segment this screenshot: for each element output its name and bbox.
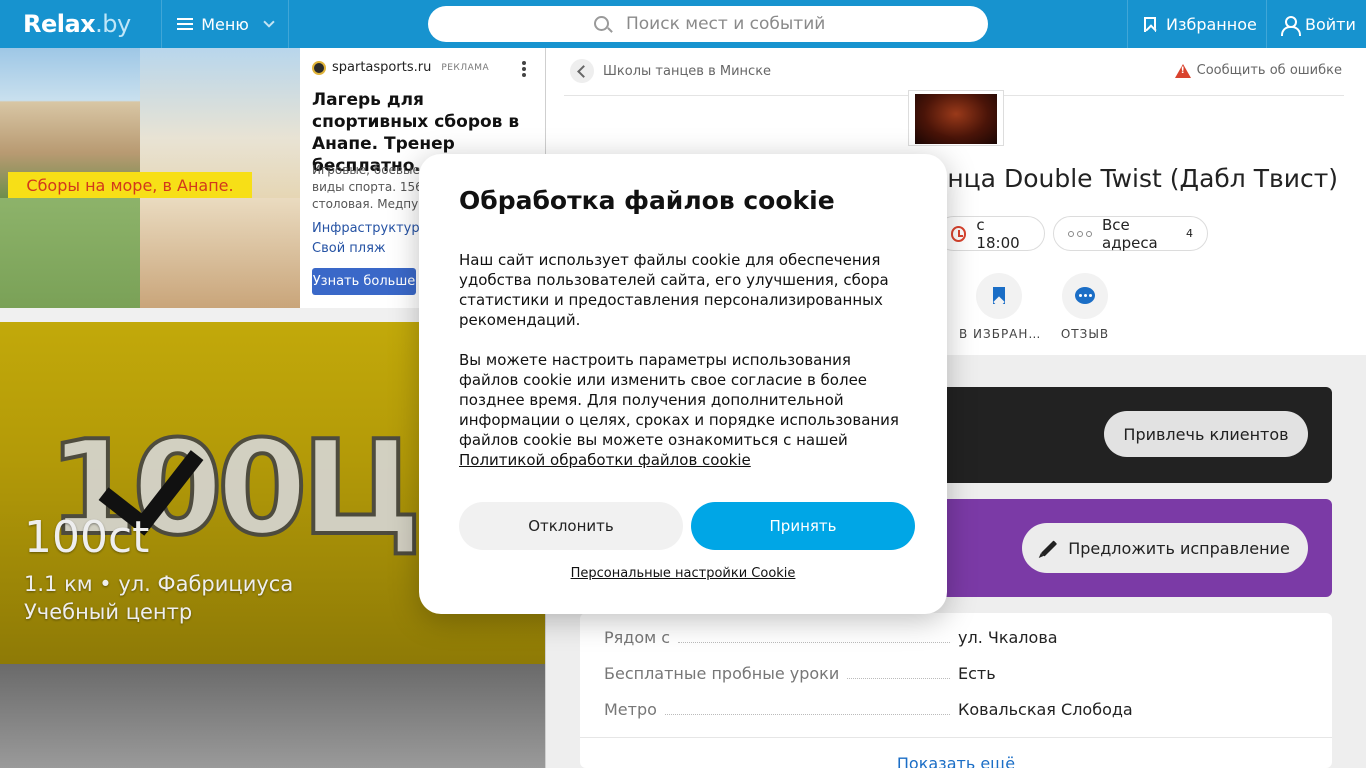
- ad-source[interactable]: spartasports.ru РЕКЛАМА: [312, 60, 489, 75]
- info-row: Метро Ковальская Слобода: [604, 700, 1310, 722]
- addresses-icon: [1068, 230, 1092, 237]
- info-row: Бесплатные пробные уроки Есть: [604, 664, 1310, 686]
- ad-link-beach[interactable]: Свой пляж: [312, 241, 422, 256]
- ad-cta-button[interactable]: Узнать больше: [312, 268, 416, 295]
- search-icon: [594, 16, 609, 31]
- login-label: Войти: [1305, 14, 1356, 34]
- search-placeholder: Поиск мест и событий: [626, 14, 826, 34]
- cookie-policy-link[interactable]: Политикой обработки файлов cookie: [459, 451, 751, 469]
- info-value: ул. Чкалова: [958, 628, 1058, 647]
- ad-description: Игровые, боевые, виды спорта. 156 к стол…: [312, 162, 432, 212]
- menu-button[interactable]: Меню: [162, 0, 289, 48]
- venue-address: 1.1 км • ул. Фабрициуса: [24, 572, 294, 596]
- review-button[interactable]: ОТЗЫВ: [1045, 273, 1125, 341]
- venue-card-next[interactable]: [0, 664, 545, 768]
- all-addresses-label: Все адреса: [1102, 215, 1158, 252]
- dialog-body: Наш сайт использует файлы cookie для обе…: [459, 250, 911, 470]
- favorites-label: Избранное: [1166, 14, 1257, 34]
- info-value[interactable]: Ковальская Слобода: [958, 700, 1310, 719]
- cookie-settings-link[interactable]: Персональные настройки Cookie: [419, 566, 947, 581]
- ad-photo-room: [140, 198, 300, 308]
- info-key: Рядом с: [604, 628, 671, 647]
- ad-photo-kids: [0, 198, 140, 308]
- logo-suffix: .by: [95, 10, 131, 38]
- info-key: Бесплатные пробные уроки: [604, 664, 840, 683]
- dialog-paragraph-text: Вы можете настроить параметры использова…: [459, 351, 899, 449]
- menu-label: Меню: [201, 14, 249, 34]
- addresses-count: 4: [1186, 227, 1193, 240]
- info-key: Метро: [604, 700, 657, 719]
- chat-icon: [1075, 287, 1095, 304]
- breadcrumb[interactable]: Школы танцев в Минске: [570, 59, 771, 83]
- decline-button[interactable]: Отклонить: [459, 502, 683, 550]
- add-to-favorites-button[interactable]: В ИЗБРАН…: [959, 273, 1039, 341]
- dotted-leader: [664, 701, 950, 715]
- ad-link-infrastructure[interactable]: Инфраструктура с: [312, 221, 422, 236]
- pencil-icon: [1041, 539, 1058, 557]
- accept-button[interactable]: Принять: [691, 502, 915, 550]
- venue-type: Учебный центр: [24, 600, 193, 624]
- hamburger-icon: [177, 18, 194, 30]
- breadcrumb-link[interactable]: Школы танцев в Минске: [603, 64, 771, 79]
- suggest-edit-label: Предложить исправление: [1068, 538, 1290, 558]
- report-error-link[interactable]: Сообщить об ошибке: [1174, 63, 1342, 78]
- report-error-label: Сообщить об ошибке: [1196, 63, 1342, 78]
- suggest-edit-button[interactable]: Предложить исправление: [1022, 523, 1308, 573]
- hours-label: с 18:00: [976, 215, 1020, 252]
- ad-description-line: столовая. Медпун: [312, 197, 427, 211]
- all-addresses-chip[interactable]: Все адреса 4: [1053, 215, 1208, 252]
- ad-banner-text: Сборы на море, в Анапе.: [8, 172, 252, 198]
- info-row: Рядом с ул. Чкалова: [604, 628, 1310, 650]
- cookie-consent-dialog: Обработка файлов cookie Наш сайт использ…: [419, 154, 947, 614]
- favorites-button[interactable]: Избранное: [1127, 0, 1266, 48]
- action-circle: [1062, 273, 1108, 319]
- venue-title: анца Double Twist (Дабл Твист): [932, 164, 1339, 193]
- action-circle: [976, 273, 1022, 319]
- top-header: Relax .by Меню Поиск мест и событий Избра…: [0, 0, 1366, 48]
- divider: [580, 737, 1332, 738]
- dialog-paragraph: Вы можете настроить параметры использова…: [459, 350, 911, 470]
- dialog-title: Обработка файлов cookie: [459, 186, 835, 215]
- favorites-action-label: В ИЗБРАН…: [959, 327, 1039, 341]
- user-icon: [1281, 15, 1301, 36]
- venue-photo: [915, 94, 997, 144]
- bookmark-icon: [993, 287, 1005, 304]
- chevron-down-icon: [263, 16, 275, 28]
- warning-icon: [1174, 63, 1191, 78]
- attract-clients-button[interactable]: Привлечь клиентов: [1104, 411, 1308, 457]
- ad-source-icon: [312, 60, 326, 75]
- bookmark-icon: [1144, 16, 1156, 32]
- clock-icon: [951, 225, 967, 242]
- ad-description-line: Игровые, боевые,: [312, 163, 424, 177]
- info-value: Есть: [958, 664, 996, 683]
- ad-source-domain: spartasports.ru: [332, 60, 432, 75]
- back-arrow-icon[interactable]: [570, 59, 594, 83]
- ad-image[interactable]: Сборы на море, в Анапе.: [0, 48, 300, 308]
- venue-name: 100ct: [24, 512, 150, 563]
- site-logo[interactable]: Relax .by: [0, 0, 162, 48]
- more-options-icon[interactable]: [522, 61, 526, 77]
- venue-thumbnail[interactable]: [908, 90, 1004, 146]
- dotted-leader: [678, 629, 950, 643]
- ad-label: РЕКЛАМА: [441, 62, 490, 73]
- info-card: Рядом с ул. Чкалова Бесплатные пробные у…: [580, 613, 1332, 768]
- dotted-leader: [847, 665, 950, 679]
- show-more-link[interactable]: Показать ещё: [580, 754, 1332, 768]
- search-input[interactable]: Поиск мест и событий: [428, 6, 988, 42]
- ad-description-line: виды спорта. 156 к: [312, 180, 432, 194]
- logo-text: Relax: [23, 10, 96, 38]
- login-button[interactable]: Войти: [1266, 0, 1366, 48]
- review-action-label: ОТЗЫВ: [1060, 327, 1110, 341]
- dialog-paragraph: Наш сайт использует файлы cookie для обе…: [459, 251, 889, 329]
- hours-chip[interactable]: с 18:00: [936, 215, 1045, 252]
